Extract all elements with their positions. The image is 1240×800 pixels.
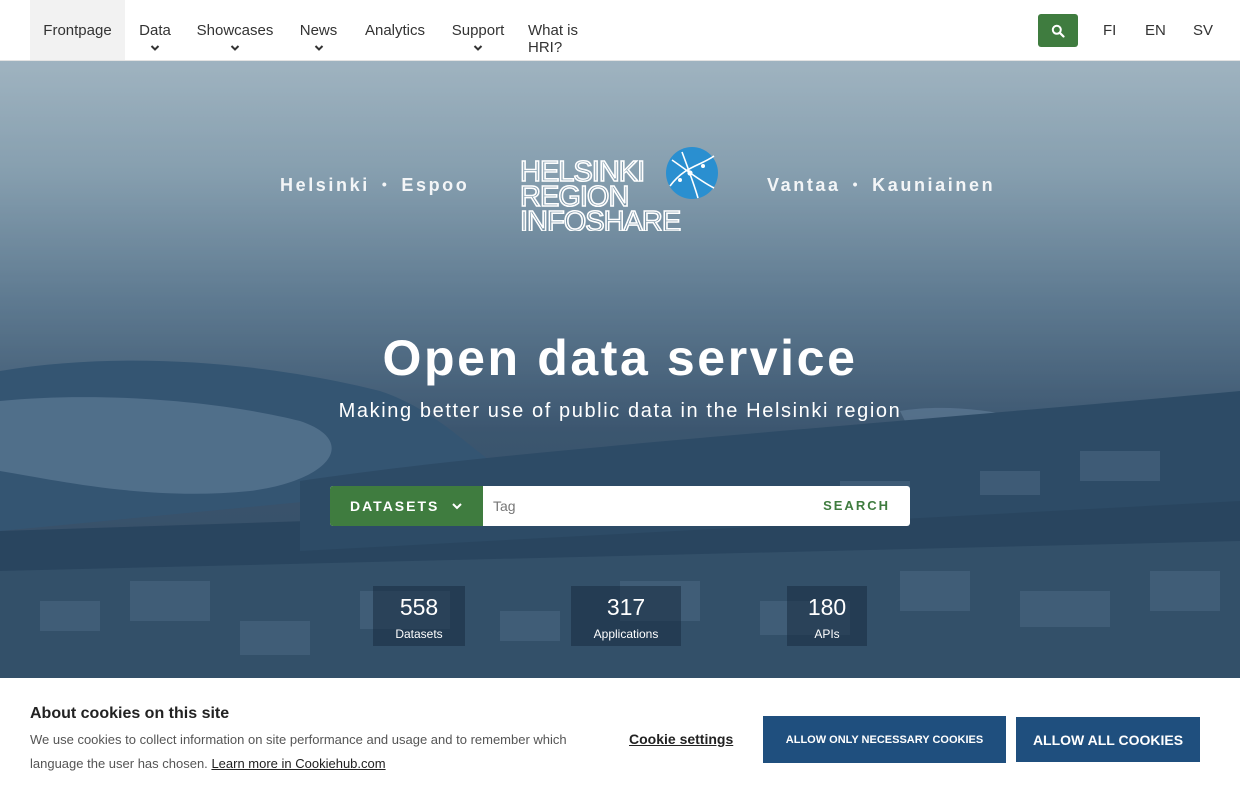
stat-value: 317	[606, 594, 646, 620]
chevron-down-icon	[230, 45, 240, 51]
nav-item-label: Support	[451, 22, 505, 39]
cookie-banner: About cookies on this site We use cookie…	[0, 678, 1240, 800]
search-button[interactable]	[1038, 14, 1078, 47]
hri-logo[interactable]: HELSINKI REGION INFOSHARE	[520, 146, 720, 231]
nav-item-showcases[interactable]: Showcases	[195, 0, 275, 60]
nav-item-what-is-hri[interactable]: What is HRI?	[528, 0, 616, 60]
chevron-down-icon	[314, 45, 323, 51]
dot-separator: •	[852, 176, 861, 192]
stat-apis[interactable]: 180 APIs	[787, 586, 867, 646]
cities-left: Helsinki • Espoo	[280, 175, 469, 196]
logo-globe-icon	[666, 147, 718, 199]
city-kauniainen: Kauniainen	[872, 175, 996, 195]
dot-separator: •	[381, 176, 390, 192]
stat-datasets[interactable]: 558 Datasets	[373, 586, 465, 646]
search-category-select[interactable]: DATASETS	[330, 486, 483, 526]
chevron-down-icon	[150, 45, 160, 51]
cookie-title: About cookies on this site	[30, 705, 230, 722]
city-espoo: Espoo	[401, 175, 470, 195]
nav-item-label: News	[299, 22, 338, 39]
hero-subtitle: Making better use of public data in the …	[338, 400, 902, 422]
cookie-description: We use cookies to collect information on…	[30, 728, 590, 776]
nav-item-label: Showcases	[196, 22, 274, 39]
logo-line-3: INFOSHARE	[520, 206, 681, 231]
search-submit-button[interactable]: SEARCH	[823, 498, 890, 513]
language-en[interactable]: EN	[1145, 22, 1166, 39]
nav-item-data[interactable]: Data	[130, 0, 180, 60]
nav-item-analytics[interactable]: Analytics	[362, 0, 428, 60]
stat-label: Datasets	[395, 627, 443, 641]
language-sv[interactable]: SV	[1193, 22, 1213, 39]
stat-value: 558	[399, 594, 439, 620]
hero-section: Helsinki • Espoo HELSINKI REGION INFOSHARE…	[0, 61, 1240, 678]
cities-right: Vantaa • Kauniainen	[767, 175, 995, 196]
nav-item-label: Frontpage	[43, 22, 112, 39]
nav-item-label: Analytics	[364, 22, 426, 39]
chevron-down-icon	[452, 503, 462, 510]
stat-label: APIs	[814, 627, 840, 641]
language-fi[interactable]: FI	[1103, 22, 1116, 39]
nav-item-support[interactable]: Support	[448, 0, 508, 60]
hero-title: Open data service	[382, 330, 858, 386]
search-bar: DATASETS SEARCH	[330, 486, 910, 526]
nav-item-label: What is HRI?	[528, 22, 579, 56]
nav-item-label: Data	[139, 22, 171, 39]
search-input[interactable]	[483, 486, 813, 526]
top-navbar: Frontpage Data Showcases News Analytics …	[0, 0, 1240, 61]
allow-necessary-cookies-button[interactable]: ALLOW ONLY NECESSARY COOKIES	[763, 716, 1006, 763]
city-helsinki: Helsinki	[280, 175, 370, 195]
stat-applications[interactable]: 317 Applications	[571, 586, 681, 646]
search-icon	[1051, 24, 1065, 38]
stat-value: 180	[807, 594, 847, 620]
cookiehub-link[interactable]: Learn more in Cookiehub.com	[211, 756, 385, 771]
nav-item-frontpage[interactable]: Frontpage	[30, 0, 125, 60]
city-vantaa: Vantaa	[767, 175, 841, 195]
chevron-down-icon	[473, 45, 483, 51]
nav-item-news[interactable]: News	[296, 0, 341, 60]
allow-all-cookies-button[interactable]: ALLOW ALL COOKIES	[1016, 717, 1200, 762]
search-category-label: DATASETS	[350, 498, 440, 514]
cookie-settings-link[interactable]: Cookie settings	[629, 731, 733, 747]
stat-label: Applications	[593, 627, 659, 641]
